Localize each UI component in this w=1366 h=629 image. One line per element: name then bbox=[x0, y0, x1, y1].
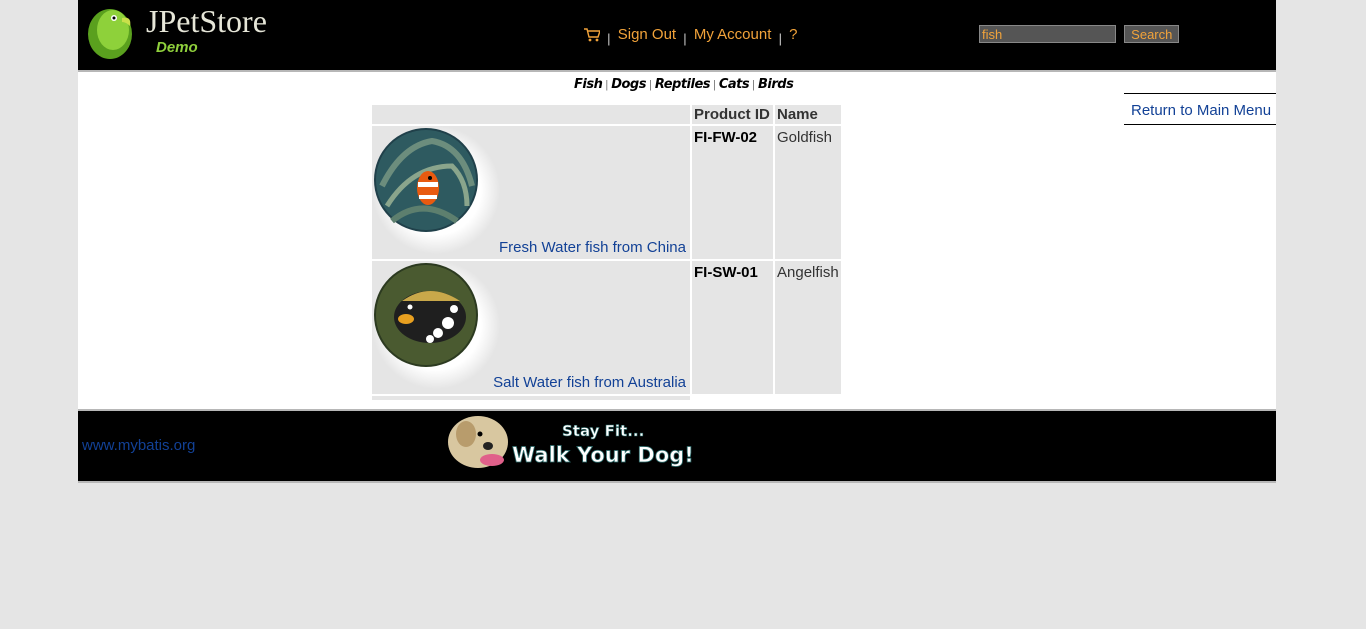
cart-icon bbox=[584, 28, 600, 42]
svg-text:Walk Your Dog!: Walk Your Dog! bbox=[512, 443, 694, 467]
product-id-cell: FI-FW-02 bbox=[692, 126, 773, 259]
table-header-row: Product ID Name bbox=[372, 105, 841, 124]
return-main-menu-link[interactable]: Return to Main Menu bbox=[1131, 102, 1271, 119]
sign-out-link[interactable]: Sign Out bbox=[618, 26, 676, 43]
svg-text:Stay Fit...: Stay Fit... bbox=[562, 422, 644, 440]
search-form: Search bbox=[979, 25, 1180, 43]
top-menu: | Sign Out | My Account | ? bbox=[584, 26, 797, 46]
table-row: Fresh Water fish from China FI-FW-02 Gol… bbox=[372, 126, 841, 259]
search-button[interactable]: Search bbox=[1124, 25, 1180, 43]
svg-text:JPetStore: JPetStore bbox=[146, 3, 267, 39]
clownfish-image[interactable] bbox=[372, 126, 500, 254]
quicklink-separator: | bbox=[713, 79, 716, 91]
product-name-cell: Goldfish bbox=[775, 126, 841, 259]
table-spacer-row bbox=[372, 396, 841, 400]
quicklink-cats[interactable]: Cats bbox=[719, 77, 750, 92]
menu-separator: | bbox=[778, 31, 782, 46]
product-description-link[interactable]: Fresh Water fish from China bbox=[499, 239, 686, 256]
product-description-link[interactable]: Salt Water fish from Australia bbox=[493, 374, 686, 391]
help-link[interactable]: ? bbox=[789, 26, 797, 43]
product-table: Product ID Name Fresh Water fish from Ch… bbox=[370, 103, 843, 402]
column-header-name: Name bbox=[775, 105, 841, 124]
product-image-cell: Fresh Water fish from China bbox=[372, 126, 690, 259]
column-header-image bbox=[372, 105, 690, 124]
column-header-product-id: Product ID bbox=[692, 105, 773, 124]
quicklink-separator: | bbox=[648, 79, 652, 91]
menu-separator: | bbox=[683, 31, 687, 46]
product-id-cell: FI-SW-01 bbox=[692, 261, 773, 394]
spacer-cell bbox=[372, 396, 690, 400]
table-row: Salt Water fish from Australia FI-SW-01 … bbox=[372, 261, 841, 394]
quicklink-reptiles[interactable]: Reptiles bbox=[655, 77, 711, 92]
svg-text:Demo: Demo bbox=[156, 39, 198, 56]
triggerfish-image[interactable] bbox=[372, 261, 500, 389]
menu-separator: | bbox=[607, 31, 611, 46]
main-content: Fish | Dogs | Reptiles | Cats | Birds Return to … bbox=[78, 72, 1276, 409]
search-input[interactable] bbox=[979, 25, 1116, 43]
product-name-cell: Angelfish bbox=[775, 261, 841, 394]
product-image-cell: Salt Water fish from Australia bbox=[372, 261, 690, 394]
quicklink-separator: | bbox=[752, 79, 755, 91]
footer: www.mybatis.org Stay Fit... Walk Your Do… bbox=[78, 409, 1276, 483]
cart-link[interactable] bbox=[584, 26, 604, 43]
quicklink-dogs[interactable]: Dogs bbox=[611, 77, 646, 92]
back-link-box: Return to Main Menu bbox=[1124, 93, 1276, 125]
quicklink-birds[interactable]: Birds bbox=[758, 77, 794, 92]
quicklink-fish[interactable]: Fish bbox=[574, 77, 603, 92]
page-wrapper: JPetStore Demo | Sign Out | My Account |… bbox=[78, 0, 1276, 483]
header: JPetStore Demo | Sign Out | My Account |… bbox=[78, 0, 1276, 72]
category-quicklinks: Fish | Dogs | Reptiles | Cats | Birds bbox=[574, 75, 794, 92]
catalog: Product ID Name Fresh Water fish from Ch… bbox=[370, 103, 843, 402]
mybatis-link[interactable]: www.mybatis.org bbox=[82, 437, 195, 454]
my-account-link[interactable]: My Account bbox=[694, 26, 772, 43]
jpetstore-logo[interactable]: JPetStore Demo bbox=[86, 2, 296, 60]
quicklink-separator: | bbox=[605, 79, 609, 91]
walk-your-dog-banner[interactable]: Stay Fit... Walk Your Dog! bbox=[444, 412, 714, 472]
